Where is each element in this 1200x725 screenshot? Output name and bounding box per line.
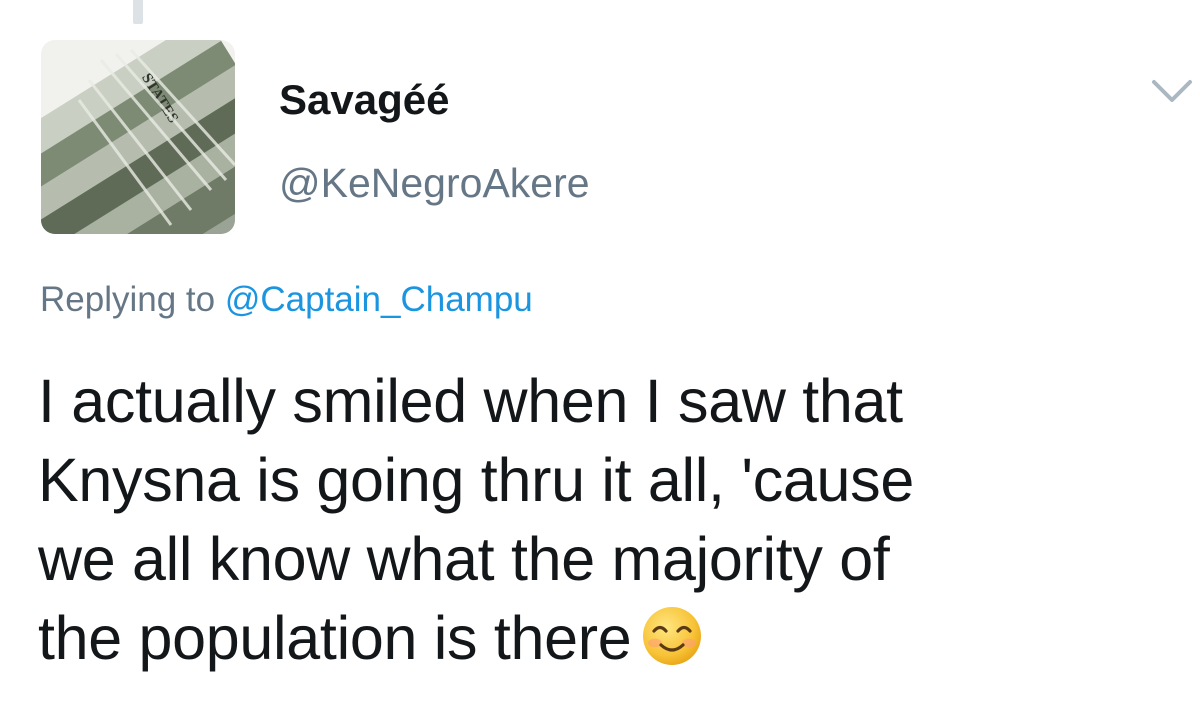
reply-context-prefix: Replying to — [40, 280, 216, 319]
tweet-text-line: I actually smiled when I saw that — [38, 367, 903, 435]
tweet-text-line: Knysna is going thru it all, 'cause — [38, 446, 914, 514]
smiling-face-emoji-icon — [641, 605, 703, 667]
avatar[interactable]: STATES — [41, 40, 235, 234]
chevron-down-icon[interactable] — [1150, 76, 1194, 106]
tweet-text-line: the population is there — [38, 604, 632, 672]
avatar-image: STATES — [41, 40, 235, 234]
tweet-text: I actually smiled when I saw that Knysna… — [38, 362, 1188, 678]
tweet-text-last-line: the population is there — [38, 599, 1188, 678]
author-handle[interactable]: @KeNegroAkere — [279, 160, 590, 207]
thread-connector-line — [133, 0, 143, 24]
tweet-text-line: we all know what the majority of — [38, 525, 890, 593]
reply-mention-link[interactable]: @Captain_Champu — [225, 280, 533, 319]
reply-context: Replying to @Captain_Champu — [40, 280, 533, 320]
author-display-name[interactable]: Savagéé — [279, 76, 449, 124]
